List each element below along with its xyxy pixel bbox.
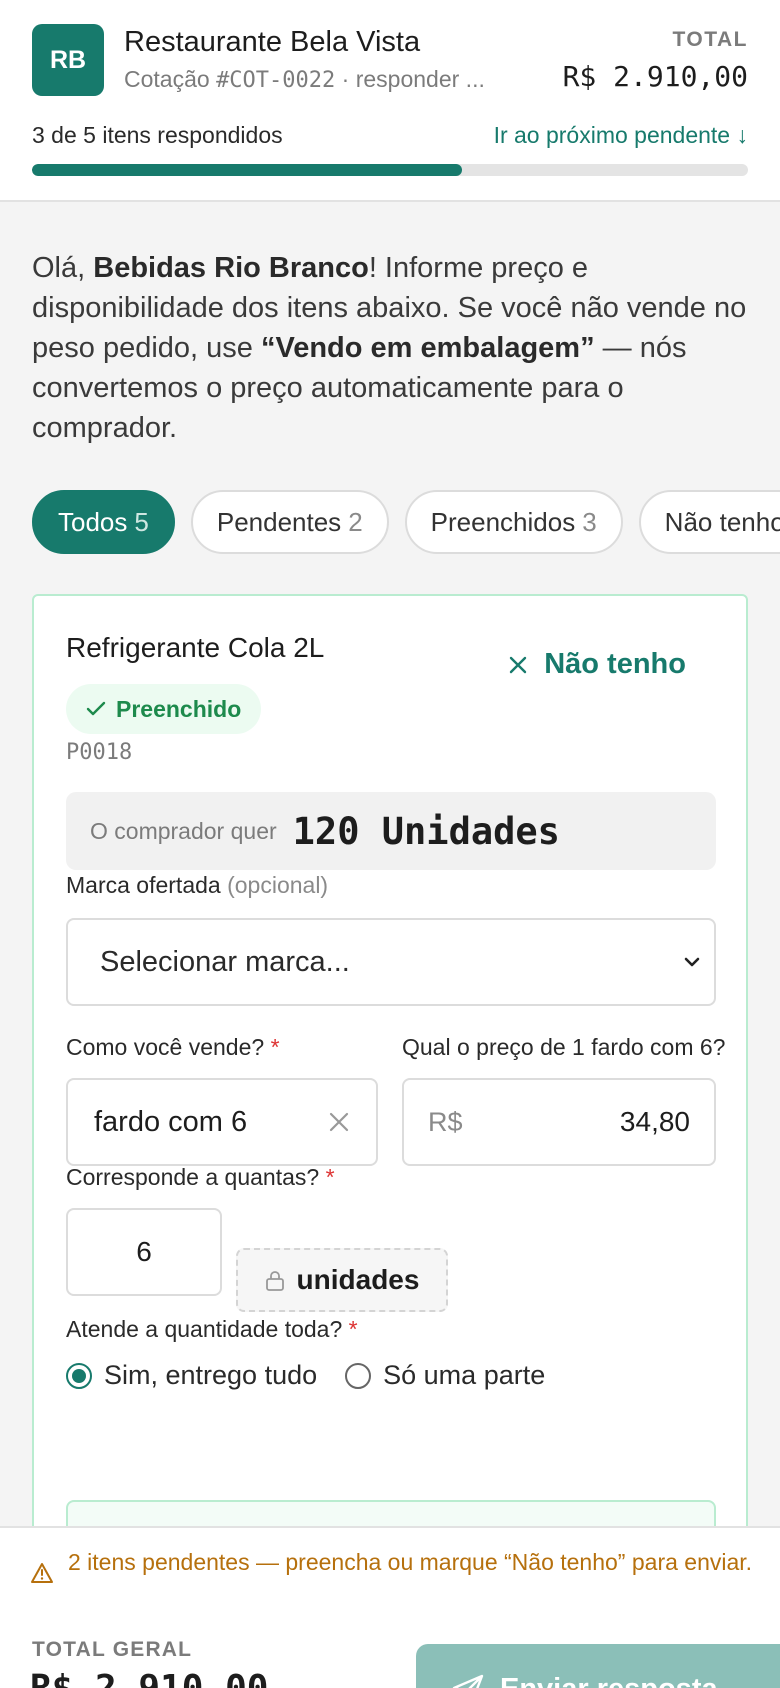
progress-bar <box>32 164 748 176</box>
buyer-wants-value: 120 Unidades <box>292 809 560 853</box>
filter-pendentes[interactable]: Pendentes 2 <box>190 490 389 554</box>
avatar: RB <box>32 24 104 96</box>
next-pending-link[interactable]: Ir ao próximo pendente ↓ <box>494 122 748 149</box>
progress-bar-fill <box>32 164 462 176</box>
how-sell-label: Como você vende? * <box>66 1034 280 1060</box>
total-geral-label: TOTAL GERAL <box>32 1638 193 1661</box>
radio-dot[interactable] <box>345 1362 372 1389</box>
header: RB Restaurante Bela Vista Cotação #COT-0… <box>0 0 780 202</box>
filter-preenchidos[interactable]: Preenchidos 3 <box>404 490 623 554</box>
quote-code: #COT-0022 <box>216 68 336 93</box>
quote-subtitle: Cotação #COT-0022 · responder ... <box>124 66 485 93</box>
send-response-button[interactable]: Enviar resposta <box>416 1644 780 1688</box>
currency-prefix: R$ <box>428 1106 463 1137</box>
close-icon <box>510 656 527 673</box>
chevron-down-icon <box>684 957 700 967</box>
pending-warning: 2 itens pendentes — preencha ou marque “… <box>30 1546 780 1584</box>
full-qty-radios: Sim, entrego tudo Só uma parte <box>66 1360 545 1391</box>
item-sku: P0018 <box>66 740 133 765</box>
footer-bar: 2 itens pendentes — preencha ou marque “… <box>0 1526 780 1688</box>
buyer-wants-label: O comprador quer <box>90 817 277 844</box>
item-card: Refrigerante Cola 2L Não tenho Preenchid… <box>32 594 748 1594</box>
total-value: R$ 2.910,00 <box>562 60 748 93</box>
radio-dot-selected[interactable] <box>66 1362 92 1389</box>
price-value: 34,80 <box>619 1106 690 1137</box>
price-input[interactable]: R$ 34,80 <box>402 1078 716 1166</box>
filter-chips: Todos 5 Pendentes 2 Preenchidos 3 Não tenho <box>32 490 780 554</box>
warning-icon <box>31 1563 53 1583</box>
brand-select[interactable]: Selecionar marca... <box>66 918 716 1006</box>
locked-unit: unidades <box>236 1248 448 1312</box>
filter-todos[interactable]: Todos 5 <box>32 490 175 554</box>
nao-tenho-button[interactable]: Não tenho <box>508 648 686 681</box>
quote-prefix: Cotação <box>124 66 217 92</box>
send-icon <box>452 1674 484 1688</box>
filter-nao-tenho[interactable]: Não tenho <box>638 490 780 554</box>
intro-text: Olá, Bebidas Rio Branco! Informe preço e… <box>32 252 747 444</box>
full-qty-label: Atende a quantidade toda? * <box>66 1316 358 1342</box>
radio-part[interactable]: Só uma parte <box>345 1360 545 1391</box>
restaurant-name: Restaurante Bela Vista <box>124 26 421 58</box>
buyer-wants-box: O comprador quer 120 Unidades <box>66 792 716 870</box>
radio-all[interactable]: Sim, entrego tudo <box>66 1360 317 1391</box>
progress-text: 3 de 5 itens respondidos <box>32 122 283 148</box>
supplier-name: Bebidas Rio Branco <box>93 252 369 284</box>
item-name: Refrigerante Cola 2L <box>66 632 325 663</box>
corresponds-label: Corresponde a quantas? * <box>66 1164 335 1190</box>
sell-unit-input[interactable]: fardo com 6 <box>66 1078 378 1166</box>
price-label: Qual o preço de 1 fardo com 6? <box>402 1034 726 1060</box>
brand-label: Marca ofertada (opcional) <box>66 872 329 898</box>
quote-suffix: · responder ... <box>335 66 485 92</box>
check-icon <box>86 701 106 716</box>
packaging-highlight: “Vendo em embalagem” <box>260 332 595 364</box>
clear-icon[interactable] <box>328 1111 350 1133</box>
corresponds-qty-input[interactable]: 6 <box>66 1208 222 1296</box>
total-label: TOTAL <box>672 28 748 51</box>
lock-icon <box>265 1271 284 1291</box>
status-badge: Preenchido <box>66 684 262 734</box>
total-geral-value: R$ 2.910,00 <box>30 1668 268 1688</box>
